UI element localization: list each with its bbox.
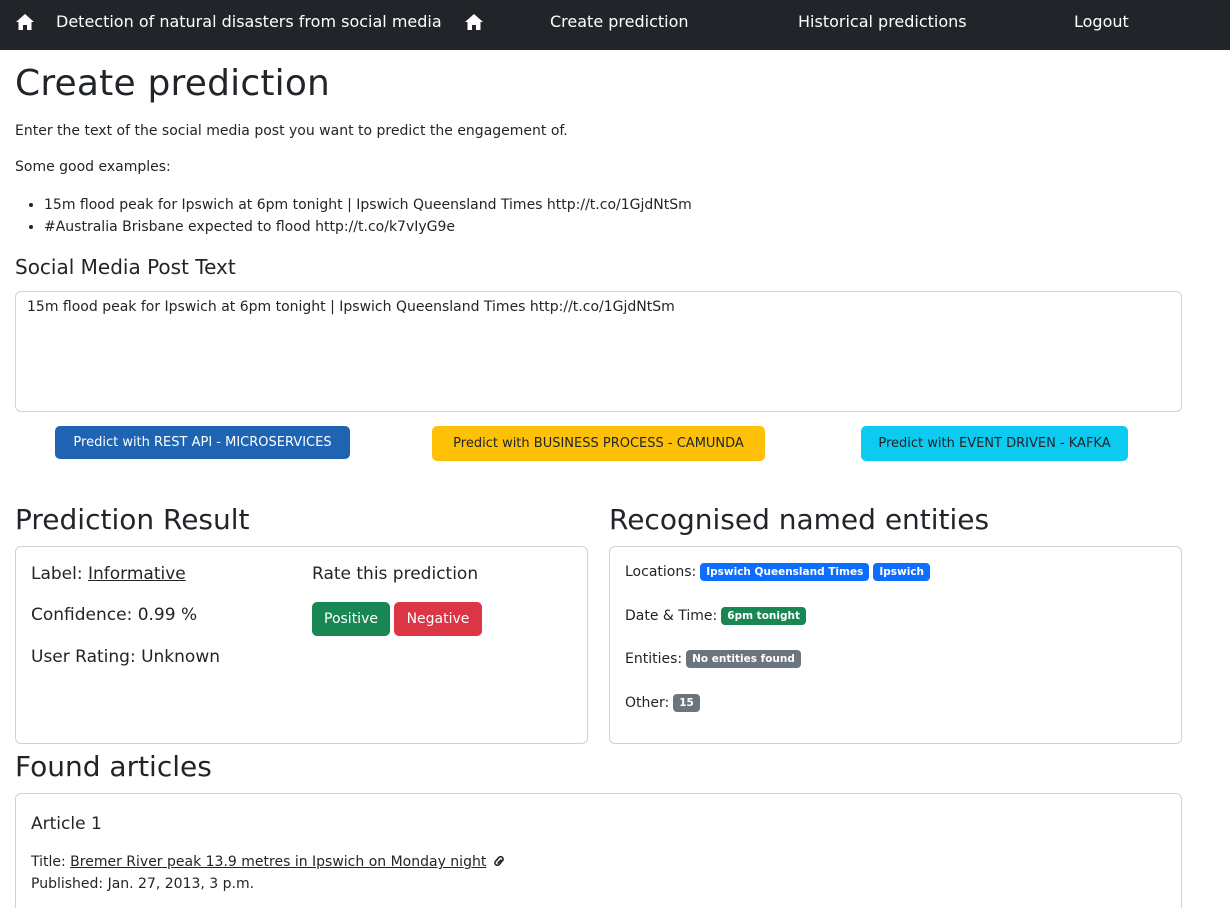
label-prefix: Label: [31,564,88,584]
nav-link-historical-predictions[interactable]: Historical predictions [798,12,967,31]
locations-label: Locations: [625,564,697,580]
found-articles-heading: Found articles [15,750,212,783]
predict-kafka-button[interactable]: Predict with EVENT DRIVEN - KAFKA [861,426,1128,461]
other-label: Other: [625,695,670,711]
home-icon[interactable] [15,13,35,35]
rate-heading: Rate this prediction [312,564,479,584]
prediction-result-heading: Prediction Result [15,503,250,536]
other-row: Other: 15 [625,694,700,712]
confidence-text: Confidence: 0.99 % [31,605,198,625]
entities-row: Entities: No entities found [625,650,801,668]
link-icon[interactable] [491,854,507,870]
entities-card: Locations: Ipswich Queensland Times Ipsw… [609,546,1182,744]
example-item: #Australia Brisbane expected to flood ht… [44,216,692,238]
label-row: Label: Informative [31,564,186,584]
predict-camunda-button[interactable]: Predict with BUSINESS PROCESS - CAMUNDA [432,426,765,461]
locations-row: Locations: Ipswich Queensland Times Ipsw… [625,563,931,581]
intro-text: Enter the text of the social media post … [15,123,568,139]
location-badge: Ipswich [873,563,931,581]
datetime-label: Date & Time: [625,608,718,624]
other-badge: 15 [673,694,700,712]
datetime-row: Date & Time: 6pm tonight [625,607,807,625]
positive-button[interactable]: Positive [312,602,390,636]
entities-heading: Recognised named entities [609,503,990,536]
predict-rest-button[interactable]: Predict with REST API - MICROSERVICES [55,426,350,459]
example-item: 15m flood peak for Ipswich at 6pm tonigh… [44,194,692,216]
article-title-row: Title: Bremer River peak 13.9 metres in … [31,854,507,870]
nav-link-logout[interactable]: Logout [1074,12,1129,31]
post-text-label: Social Media Post Text [15,255,236,279]
prediction-result-card: Label: Informative Confidence: 0.99 % Us… [15,546,588,744]
home-icon[interactable] [464,13,484,35]
negative-button[interactable]: Negative [394,602,482,636]
nav-brand[interactable]: Detection of natural disasters from soci… [56,12,442,31]
page-title: Create prediction [15,63,331,104]
post-text-input[interactable]: 15m flood peak for Ipswich at 6pm tonigh… [15,291,1182,412]
user-rating-text: User Rating: Unknown [31,647,221,667]
nav-link-create-prediction[interactable]: Create prediction [550,12,689,31]
article-title-link[interactable]: Bremer River peak 13.9 metres in Ipswich… [70,854,486,870]
article-name: Article 1 [31,814,102,834]
examples-heading: Some good examples: [15,159,171,175]
datetime-badge: 6pm tonight [721,607,807,625]
examples-list: 15m flood peak for Ipswich at 6pm tonigh… [44,194,692,238]
entities-badge: No entities found [686,650,801,668]
location-badge: Ipswich Queensland Times [700,563,870,581]
article-title-prefix: Title: [31,854,71,870]
entities-label: Entities: [625,651,683,667]
label-value[interactable]: Informative [88,564,186,584]
article-published: Published: Jan. 27, 2013, 3 p.m. [31,876,255,892]
navbar: Detection of natural disasters from soci… [0,0,1230,50]
article-card: Article 1 Title: Bremer River peak 13.9 … [15,793,1182,908]
